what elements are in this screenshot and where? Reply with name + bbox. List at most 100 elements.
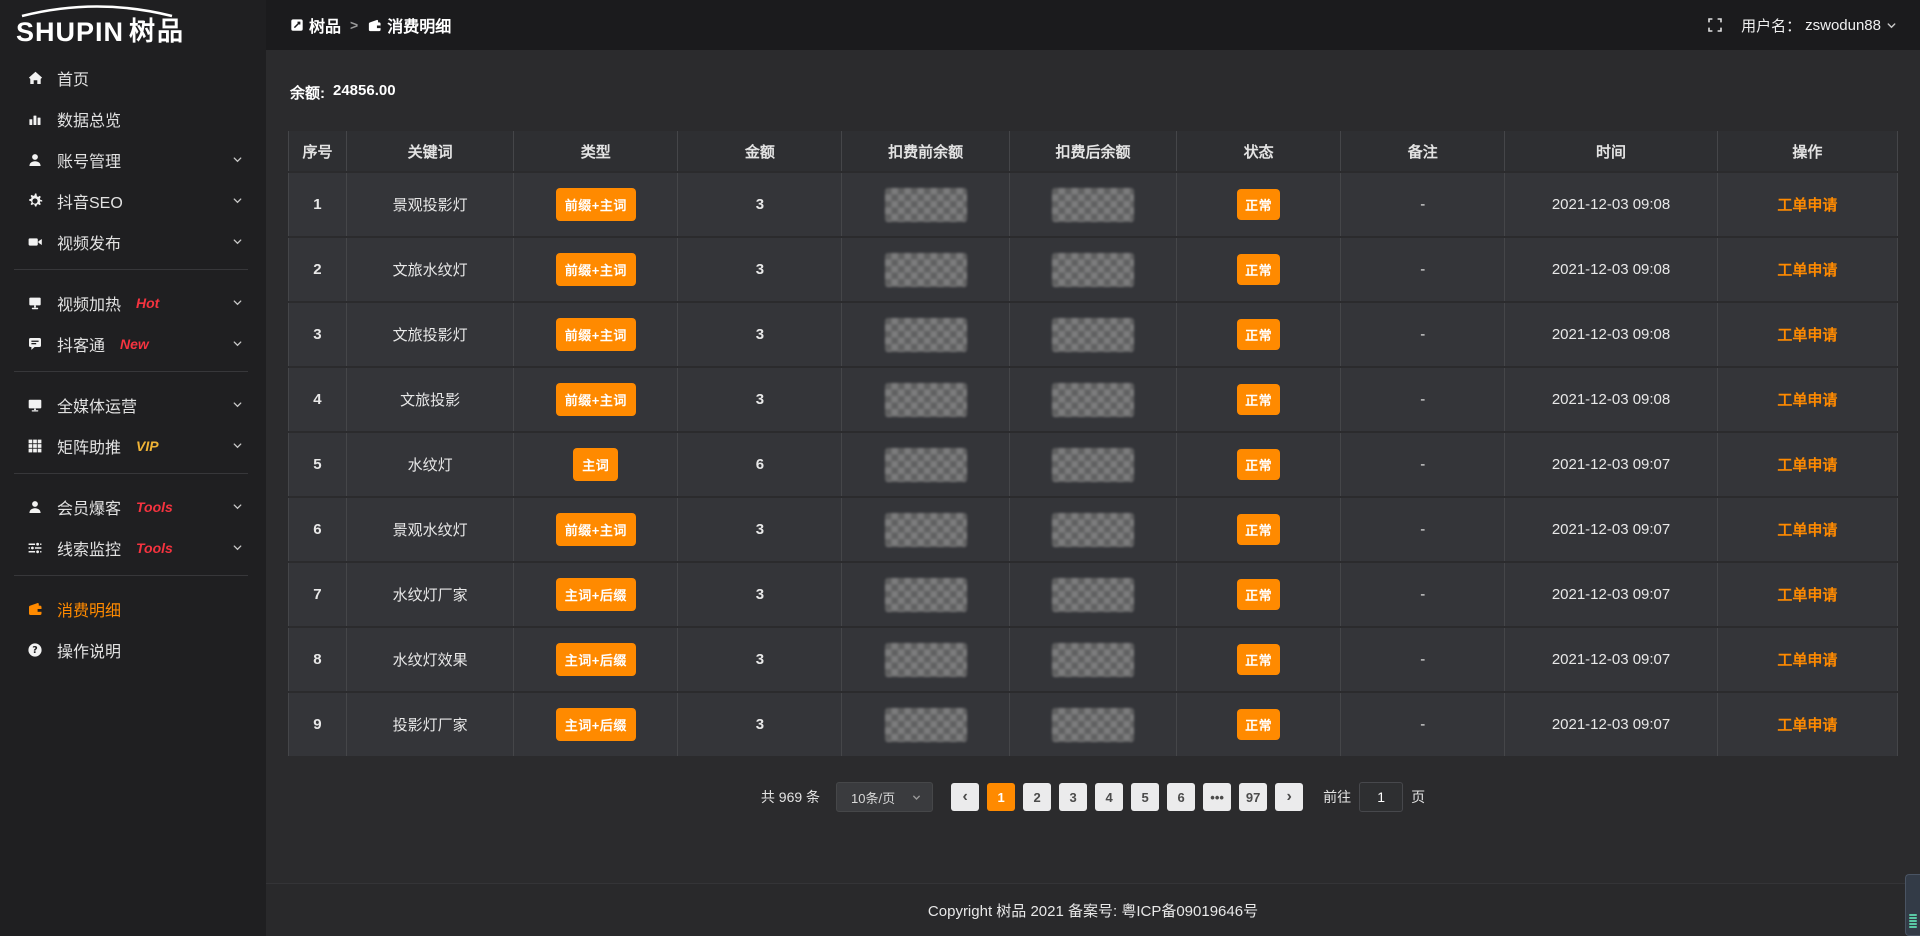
sidebar-item-会员爆客[interactable]: 会员爆客 Tools <box>0 493 266 520</box>
breadcrumb-label: 消费明细 <box>387 13 451 37</box>
cell-amount: 3 <box>678 302 842 367</box>
cell-index: 4 <box>289 367 347 432</box>
table-row: 5 水纹灯 主词 6 正常 - 2021-12-03 09:07 工单申请 <box>289 432 1898 497</box>
masked-value <box>885 448 967 482</box>
ticket-request-link[interactable]: 工单申请 <box>1777 457 1837 474</box>
cell-amount: 3 <box>678 497 842 562</box>
sidebar-item-消费明细[interactable]: 消费明细 <box>0 595 266 622</box>
cell-keyword: 投影灯厂家 <box>346 692 513 757</box>
sidebar-item-操作说明[interactable]: ? 操作说明 <box>0 636 266 663</box>
chevron-down-icon <box>231 194 244 207</box>
cell-status: 正常 <box>1177 692 1341 757</box>
ticket-request-link[interactable]: 工单申请 <box>1777 587 1837 604</box>
sidebar-item-抖客通[interactable]: 抖客通 New <box>0 330 266 357</box>
chevron-down-icon <box>231 398 244 411</box>
breadcrumb-item-home[interactable]: 树品 <box>290 13 341 37</box>
breadcrumb-item-current[interactable]: 消费明细 <box>367 13 451 37</box>
cell-action: 工单申请 <box>1717 172 1897 237</box>
cell-index: 2 <box>289 237 347 302</box>
sidebar-item-全媒体运营[interactable]: 全媒体运营 <box>0 391 266 418</box>
sidebar-item-label: 账号管理 <box>57 148 121 172</box>
username-value: zswodun88 <box>1805 17 1881 34</box>
column-header-扣费后余额: 扣费后余额 <box>1009 130 1176 172</box>
column-header-扣费前余额: 扣费前余额 <box>842 130 1009 172</box>
app-window: SHUPIN 树品 首页 数据总览 账号管理 抖音SEO 视频发布 <box>0 0 1920 936</box>
cell-keyword: 景观投影灯 <box>346 172 513 237</box>
page-button-1[interactable]: 1 <box>987 783 1015 811</box>
ticket-request-link[interactable]: 工单申请 <box>1777 262 1837 279</box>
page-button-3[interactable]: 3 <box>1059 783 1087 811</box>
sidebar-item-视频加热[interactable]: 视频加热 Hot <box>0 289 266 316</box>
page-size-value: 10条/页 <box>851 788 895 807</box>
ticket-request-link[interactable]: 工单申请 <box>1777 717 1837 734</box>
table-row: 1 景观投影灯 前缀+主词 3 正常 - 2021-12-03 09:08 工单… <box>289 172 1898 237</box>
cell-time: 2021-12-03 09:07 <box>1505 562 1717 627</box>
sidebar-menu: 首页 数据总览 账号管理 抖音SEO 视频发布 视频加热 H <box>0 64 266 936</box>
sidebar-item-视频发布[interactable]: 视频发布 <box>0 228 266 255</box>
balance-label: 余额: <box>290 82 325 103</box>
cell-balance-after <box>1009 497 1176 562</box>
cell-keyword: 文旅水纹灯 <box>346 237 513 302</box>
next-page-button[interactable]: › <box>1275 783 1303 811</box>
ticket-request-link[interactable]: 工单申请 <box>1777 652 1837 669</box>
page-button-2[interactable]: 2 <box>1023 783 1051 811</box>
goto-label: 前往 <box>1323 787 1351 807</box>
sidebar-item-label: 操作说明 <box>57 638 121 662</box>
ticket-request-link[interactable]: 工单申请 <box>1777 197 1837 214</box>
prev-page-button[interactable]: ‹ <box>951 783 979 811</box>
ticket-request-link[interactable]: 工单申请 <box>1777 522 1837 539</box>
column-header-序号: 序号 <box>289 130 347 172</box>
cell-balance-after <box>1009 237 1176 302</box>
cell-remark: - <box>1341 432 1505 497</box>
cell-keyword: 文旅投影灯 <box>346 302 513 367</box>
ticket-request-link[interactable]: 工单申请 <box>1777 327 1837 344</box>
breadcrumb-label: 树品 <box>309 13 341 37</box>
sidebar-item-label: 矩阵助推 <box>57 434 121 458</box>
page-button-97[interactable]: 97 <box>1239 783 1267 811</box>
cell-balance-before <box>842 367 1009 432</box>
masked-value <box>1052 643 1134 677</box>
user-menu[interactable]: 用户名： zswodun88 <box>1741 15 1898 36</box>
masked-value <box>885 188 967 222</box>
cell-action: 工单申请 <box>1717 692 1897 757</box>
table-row: 3 文旅投影灯 前缀+主词 3 正常 - 2021-12-03 09:08 工单… <box>289 302 1898 367</box>
cell-status: 正常 <box>1177 302 1341 367</box>
page-button-6[interactable]: 6 <box>1167 783 1195 811</box>
sidebar-item-账号管理[interactable]: 账号管理 <box>0 146 266 173</box>
goto-page-input[interactable] <box>1359 782 1403 812</box>
cell-action: 工单申请 <box>1717 432 1897 497</box>
cell-balance-before <box>842 172 1009 237</box>
column-header-类型: 类型 <box>514 130 678 172</box>
sidebar-item-label: 首页 <box>57 66 89 90</box>
cell-time: 2021-12-03 09:07 <box>1505 692 1717 757</box>
cell-type: 前缀+主词 <box>514 237 678 302</box>
goto-unit: 页 <box>1411 787 1425 807</box>
sidebar-item-label: 全媒体运营 <box>57 393 137 417</box>
floating-widget[interactable] <box>1905 874 1920 936</box>
sidebar-item-抖音SEO[interactable]: 抖音SEO <box>0 187 266 214</box>
cell-keyword: 水纹灯效果 <box>346 627 513 692</box>
sidebar-item-label: 抖客通 <box>57 332 105 356</box>
cell-action: 工单申请 <box>1717 562 1897 627</box>
page-ellipsis-button[interactable]: ••• <box>1203 783 1231 811</box>
cell-status: 正常 <box>1177 367 1341 432</box>
table-row: 2 文旅水纹灯 前缀+主词 3 正常 - 2021-12-03 09:08 工单… <box>289 237 1898 302</box>
sidebar-item-首页[interactable]: 首页 <box>0 64 266 91</box>
ticket-request-link[interactable]: 工单申请 <box>1777 392 1837 409</box>
sidebar-item-badge: New <box>120 336 149 352</box>
page-button-5[interactable]: 5 <box>1131 783 1159 811</box>
table-row: 7 水纹灯厂家 主词+后缀 3 正常 - 2021-12-03 09:07 工单… <box>289 562 1898 627</box>
cell-status: 正常 <box>1177 562 1341 627</box>
page-button-4[interactable]: 4 <box>1095 783 1123 811</box>
chart-icon <box>26 111 44 127</box>
masked-value <box>1052 318 1134 352</box>
chevron-down-icon <box>231 439 244 452</box>
sidebar-item-线索监控[interactable]: 线索监控 Tools <box>0 534 266 561</box>
sidebar-item-矩阵助推[interactable]: 矩阵助推 VIP <box>0 432 266 459</box>
sidebar-item-数据总览[interactable]: 数据总览 <box>0 105 266 132</box>
sidebar-item-badge: Tools <box>136 499 173 515</box>
page-size-select[interactable]: 10条/页 <box>836 782 933 812</box>
sidebar-item-label: 会员爆客 <box>57 495 121 519</box>
cell-balance-before <box>842 692 1009 757</box>
fullscreen-icon[interactable] <box>1707 17 1723 33</box>
